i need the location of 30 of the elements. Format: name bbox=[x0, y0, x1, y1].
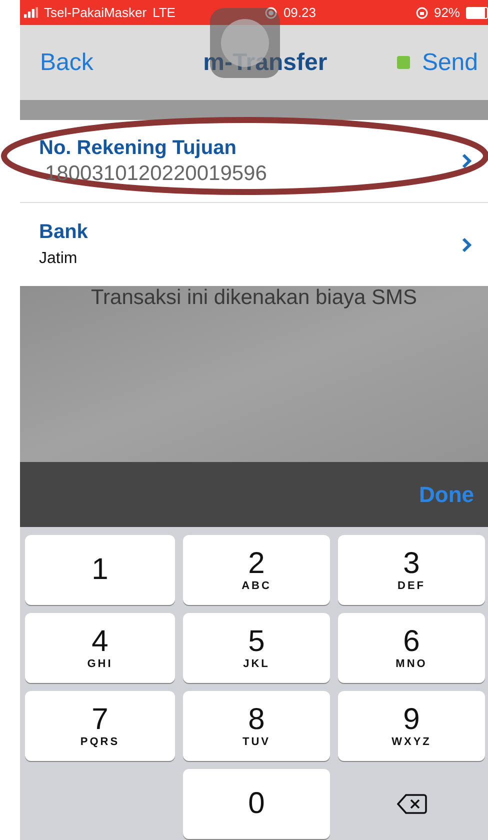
field-label: No. Rekening Tujuan bbox=[39, 136, 238, 160]
digit-key[interactable]: 6 MNO bbox=[338, 613, 485, 683]
network-type: LTE bbox=[152, 5, 176, 20]
rotation-lock-icon bbox=[416, 6, 428, 18]
battery-percent: 92% bbox=[434, 5, 460, 20]
digit-key[interactable]: 8 TUV bbox=[183, 691, 330, 761]
battery-icon bbox=[466, 6, 488, 18]
digit-key[interactable]: 1 bbox=[25, 535, 175, 605]
digit-key[interactable]: 9 WXYZ bbox=[338, 691, 485, 761]
form-row[interactable]: No. Rekening Tujuan 1800310120220019596 bbox=[20, 120, 488, 203]
digit-key[interactable]: 4 GHI bbox=[25, 613, 175, 683]
carrier-name: Tsel-PakaiMasker bbox=[44, 5, 147, 20]
field-value: Jatim bbox=[39, 250, 78, 268]
record-icon bbox=[265, 6, 278, 18]
digit-key[interactable]: 5 JKL bbox=[183, 613, 330, 683]
digit-key[interactable]: 7 PQRS bbox=[25, 691, 175, 761]
chevron-icon bbox=[461, 153, 472, 169]
digit-key[interactable]: 0 bbox=[183, 769, 330, 839]
sms-fee-notice: Transaksi ini dikenakan biaya SMS bbox=[90, 286, 418, 311]
screen-title: m-Transfer bbox=[203, 48, 328, 76]
digit-key[interactable]: 2 ABC bbox=[183, 535, 330, 605]
field-value: 1800310120220019596 bbox=[45, 162, 267, 186]
backspace-icon bbox=[396, 793, 426, 815]
square-icon bbox=[396, 56, 410, 69]
form-row[interactable]: Bank Jatim bbox=[20, 203, 488, 286]
clock-time: 09.23 bbox=[283, 5, 316, 20]
digit-key[interactable]: 3 DEF bbox=[338, 535, 485, 605]
signal-icon bbox=[24, 7, 38, 18]
chevron-icon bbox=[461, 236, 472, 252]
field-label: Bank bbox=[39, 221, 88, 244]
